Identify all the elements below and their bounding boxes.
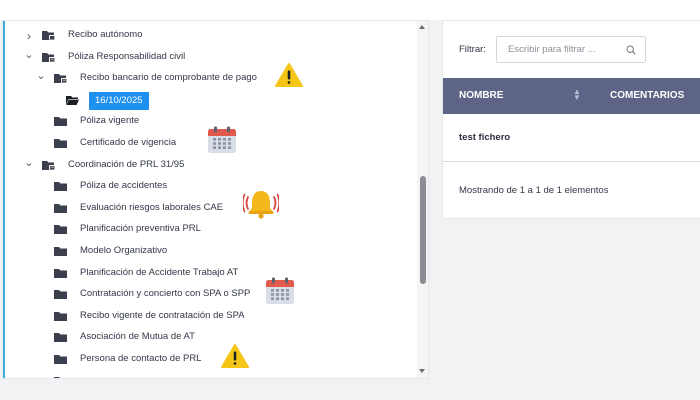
tree-node-label[interactable]: Planificación preventiva PRL (80, 223, 201, 234)
table-row[interactable]: test fichero (443, 114, 700, 162)
folder-icon (54, 311, 67, 321)
tree-node-label[interactable]: Modelo Organizativo (80, 245, 167, 256)
search-icon[interactable] (626, 45, 636, 55)
folder-icon (54, 224, 67, 235)
folder-open-icon (42, 52, 55, 62)
tree-node[interactable]: ⌄ Recibo bancario de comprobante de pago (3, 63, 413, 88)
grid-info-footer: Mostrando de 1 a 1 de 1 elementos (459, 185, 609, 196)
tree-node-label[interactable]: Persona de contacto de PRL (80, 353, 201, 364)
folder-open-icon (42, 160, 55, 170)
bell-alarm-icon[interactable] (241, 189, 281, 222)
tree-node-label[interactable]: Asociación de Mutua de AT (80, 331, 195, 342)
folder-icon (54, 138, 67, 148)
calendar-icon[interactable] (265, 277, 295, 308)
cell-nombre[interactable]: test fichero (459, 132, 510, 143)
tree-node-label[interactable]: Certificado de vigencia (80, 137, 176, 148)
tree-node-label[interactable]: Recibo autónomo (68, 29, 142, 40)
tree-node[interactable]: Certificado de vigencia (3, 126, 413, 153)
chevron-down-icon[interactable]: ⌄ (24, 156, 34, 169)
calendar-icon[interactable] (207, 126, 237, 157)
folder-icon (54, 332, 67, 343)
tree-node-label-selected[interactable]: 16/10/2025 (89, 91, 149, 110)
folder-icon (54, 289, 67, 300)
scroll-thumb[interactable] (420, 176, 426, 284)
filter-label: Filtrar: (459, 44, 486, 55)
tree-node[interactable]: ⌄ Póliza Responsabilidad civil (3, 47, 413, 67)
tree-node[interactable]: Contratación y concierto con SPA o SPP (3, 277, 413, 305)
folder-icon (54, 376, 67, 378)
tree-node-label[interactable]: Póliza de accidentes (80, 180, 167, 191)
tree-node[interactable]: Evaluación riesgos laborales CAE (3, 190, 413, 219)
tree-node-label[interactable]: Recibo vigente de contratación de SPA (80, 310, 245, 321)
folder-open-icon (54, 73, 67, 84)
sort-icon[interactable]: ▲ ▼ (573, 88, 581, 102)
folder-icon (54, 203, 67, 213)
folder-icon (54, 181, 67, 192)
tree-node-label[interactable]: Planificación de Accidente Trabajo AT (80, 267, 238, 278)
grid-header: NOMBRE ▲ ▼ COMENTARIOS (443, 78, 700, 114)
tree-node[interactable]: ⌄ Coordinación de PRL 31/95 (3, 155, 413, 175)
folder-open-icon (66, 95, 79, 105)
column-header-nombre[interactable]: NOMBRE (459, 90, 503, 101)
tree-node-label[interactable]: Recibo bancario de comprobante de pago (80, 72, 257, 83)
chevron-down-icon[interactable]: ⌄ (36, 69, 46, 82)
tree-node[interactable]: Póliza de accidentes (3, 176, 413, 196)
tree-node[interactable]: 16/10/2025 (3, 90, 413, 110)
tree-node[interactable]: Planificación de Accidente Trabajo AT (3, 263, 413, 283)
tree-node-label[interactable]: Evaluación riesgos laborales CAE (80, 202, 223, 213)
tree-node[interactable]: Asociación de Mutua de AT (3, 327, 413, 347)
folder-icon (54, 354, 67, 364)
column-header-comentarios[interactable]: COMENTARIOS (610, 90, 684, 101)
warning-icon[interactable] (221, 343, 249, 372)
scroll-down-arrow-icon[interactable] (419, 369, 425, 373)
folder-icon (54, 246, 67, 256)
folder-tree-panel: › Recibo autónomo ⌄ Póliza Responsabilidad … (2, 20, 429, 379)
folder-icon (54, 268, 67, 278)
warning-icon[interactable] (275, 62, 303, 91)
tree-node[interactable]: Planificación preventiva PRL (3, 219, 413, 239)
documents-grid-panel: Filtrar: NOMBRE ▲▼ COMENTARIOS test fich… (442, 20, 700, 219)
tree-scrollbar[interactable] (417, 21, 428, 378)
tree-node-label[interactable]: Póliza vigente (80, 115, 139, 126)
chevron-down-icon[interactable]: ⌄ (24, 48, 34, 61)
tree-node[interactable]: Modelo Organizativo (3, 241, 413, 261)
scroll-up-arrow-icon[interactable] (419, 25, 425, 29)
tree-node[interactable]: › Recibo autónomo (3, 25, 413, 45)
tree-node[interactable]: Persona de contacto de PRL (3, 344, 413, 369)
tree-node-label[interactable]: Contratación y concierto con SPA o SPP (80, 288, 250, 299)
chevron-right-icon[interactable]: › (24, 29, 34, 43)
folder-icon (54, 116, 67, 127)
filter-input[interactable] (496, 36, 646, 63)
top-strip (0, 0, 700, 20)
tree-node[interactable]: Recibo vigente de contratación de SPA (3, 306, 413, 326)
tree-node-label[interactable]: Coordinación de PRL 31/95 (68, 159, 184, 170)
tree-node-label[interactable]: Póliza Responsabilidad civil (68, 51, 185, 62)
folder-icon (42, 30, 55, 40)
